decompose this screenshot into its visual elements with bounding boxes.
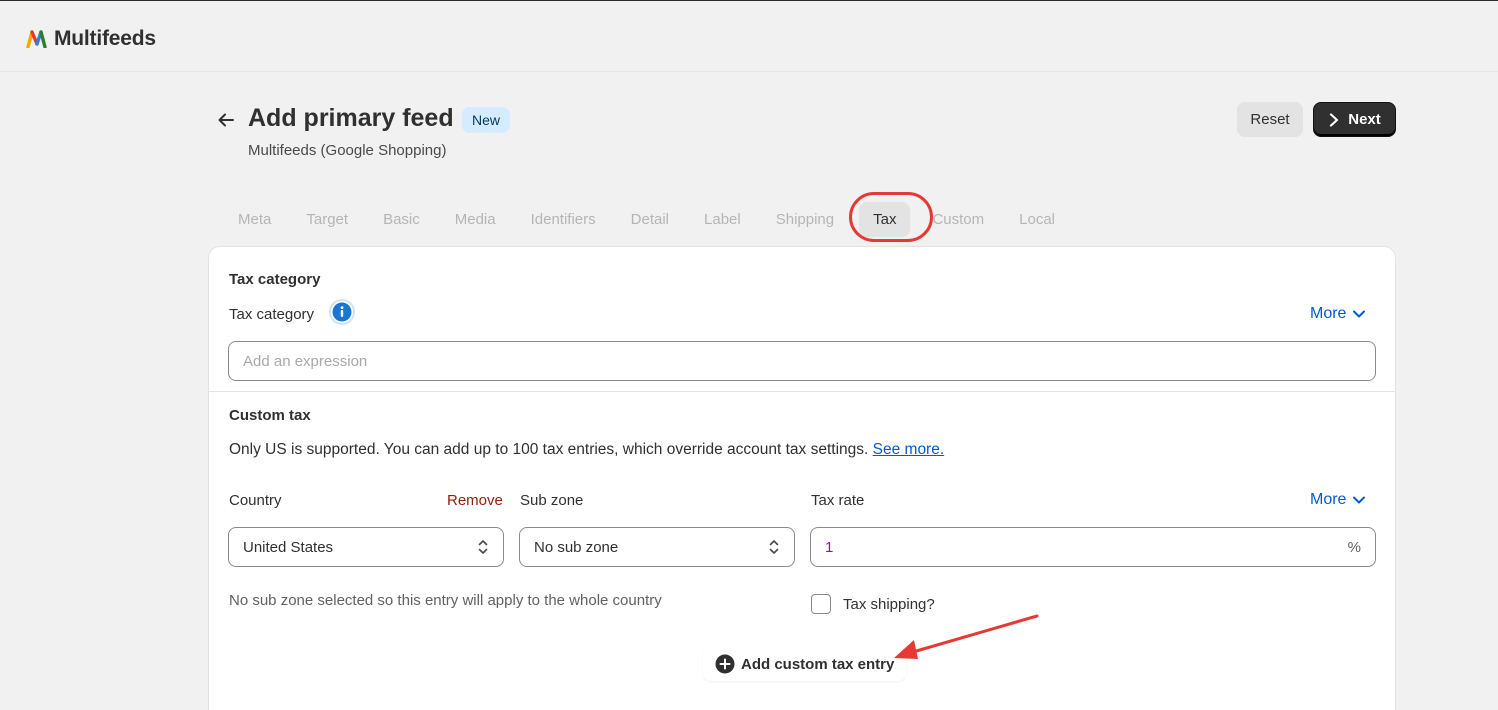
tab-local[interactable]: Local: [1009, 202, 1065, 237]
status-badge: New: [462, 107, 511, 133]
tab-shipping[interactable]: Shipping: [766, 202, 844, 237]
subzone-select-value: No sub zone: [534, 538, 619, 556]
custom-tax-heading: Custom tax: [229, 407, 311, 424]
chevron-down-icon: [1353, 310, 1366, 318]
custom-tax-description-text: Only US is supported. You can add up to …: [229, 441, 869, 458]
page-title: Add primary feed: [248, 104, 454, 132]
subzone-label: Sub zone: [520, 492, 584, 509]
tax-settings-card: Tax category Tax category More Add an ex…: [208, 246, 1396, 710]
country-select-value: United States: [243, 538, 334, 556]
page-subtitle: Multifeeds (Google Shopping): [248, 142, 447, 159]
tax-category-more-link[interactable]: More: [1310, 305, 1366, 323]
arrow-left-icon: [218, 113, 234, 127]
tab-label[interactable]: Label: [694, 202, 751, 237]
top-bar: Multifeeds: [0, 0, 1498, 72]
custom-tax-more-link[interactable]: More: [1310, 491, 1366, 509]
more-label: More: [1310, 491, 1347, 508]
brand[interactable]: Multifeeds: [26, 27, 156, 51]
tax-category-label: Tax category: [229, 306, 315, 323]
country-label: Country: [229, 492, 282, 509]
select-arrows-icon: [769, 540, 779, 554]
taxrate-label: Tax rate: [811, 492, 865, 509]
tax-shipping-checkbox[interactable]: [811, 594, 831, 614]
back-button[interactable]: [212, 106, 240, 134]
taxrate-suffix: %: [1347, 538, 1361, 556]
tax-shipping-label[interactable]: Tax shipping?: [843, 596, 935, 613]
tab-tax[interactable]: Tax: [859, 201, 911, 237]
tab-media[interactable]: Media: [445, 202, 506, 237]
tab-bar: Meta Target Basic Media Identifiers Deta…: [228, 200, 1080, 238]
reset-button[interactable]: Reset: [1237, 102, 1303, 137]
tab-custom[interactable]: Custom: [922, 202, 994, 237]
see-more-link[interactable]: See more.: [873, 441, 945, 458]
add-custom-tax-entry-button[interactable]: Add custom tax entry: [703, 647, 906, 681]
subzone-select[interactable]: No sub zone: [519, 527, 795, 567]
tab-target[interactable]: Target: [296, 202, 358, 237]
chevron-right-icon: [1330, 112, 1339, 127]
more-label: More: [1310, 305, 1347, 322]
taxrate-value: 1: [825, 538, 834, 556]
chevron-down-icon: [1353, 496, 1366, 504]
next-button-label: Next: [1348, 111, 1381, 128]
taxrate-input[interactable]: 1 %: [810, 527, 1376, 567]
custom-tax-description: Only US is supported. You can add up to …: [229, 441, 944, 459]
brand-name: Multifeeds: [54, 27, 156, 50]
subzone-helper-text: No sub zone selected so this entry will …: [229, 592, 662, 609]
add-custom-tax-entry-label: Add custom tax entry: [741, 655, 895, 673]
section-divider: [209, 391, 1395, 392]
tab-identifiers[interactable]: Identifiers: [521, 202, 606, 237]
country-select[interactable]: United States: [228, 527, 504, 567]
tax-category-heading: Tax category: [229, 271, 321, 288]
tax-category-input[interactable]: Add an expression: [228, 341, 1376, 381]
next-button[interactable]: Next: [1313, 102, 1396, 137]
remove-link[interactable]: Remove: [447, 492, 503, 509]
info-icon[interactable]: [329, 299, 355, 325]
tab-basic[interactable]: Basic: [373, 202, 430, 237]
tax-category-placeholder: Add an expression: [243, 352, 368, 370]
plus-circle-icon: [715, 654, 735, 674]
multifeeds-logo-icon: [26, 30, 47, 48]
tab-meta[interactable]: Meta: [228, 202, 281, 237]
select-arrows-icon: [478, 540, 488, 554]
tab-detail[interactable]: Detail: [621, 202, 679, 237]
